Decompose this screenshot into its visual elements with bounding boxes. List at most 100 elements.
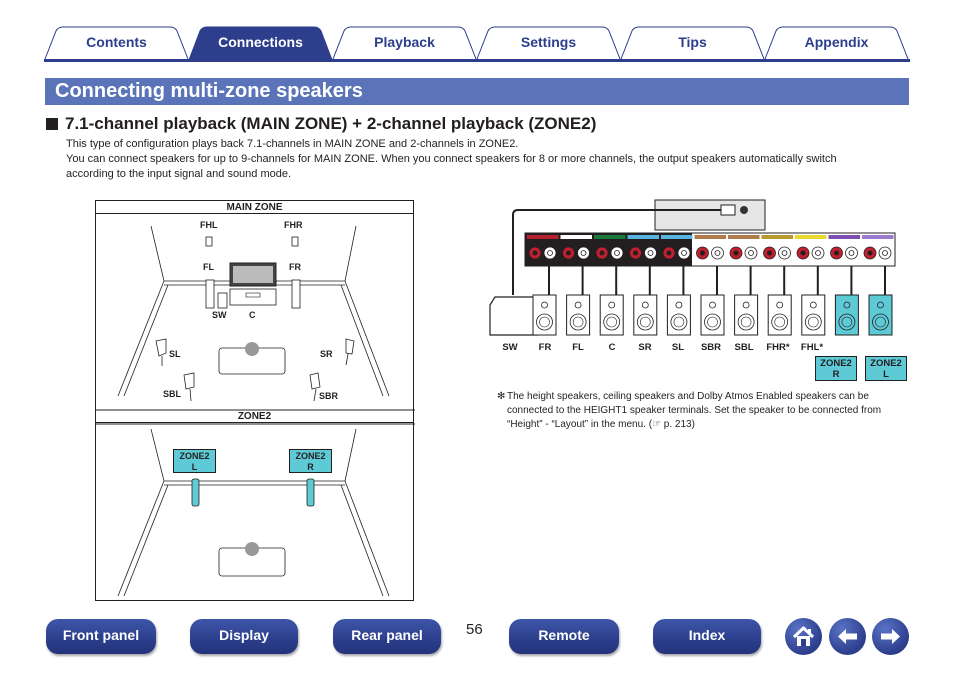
terminal-label-strip bbox=[795, 235, 827, 239]
main-zone-label: MAIN ZONE bbox=[96, 201, 413, 214]
back-arrow-icon bbox=[838, 629, 857, 644]
terminal-center bbox=[767, 250, 772, 256]
page-reference-link[interactable]: (☞ p. 213) bbox=[649, 419, 695, 430]
rca-plug bbox=[720, 204, 736, 216]
tab-connections[interactable]: Connections bbox=[188, 26, 333, 60]
terminal-center bbox=[580, 250, 587, 256]
tab-label: Playback bbox=[374, 34, 435, 50]
tab-label: Appendix bbox=[804, 34, 869, 50]
label-sr: SR bbox=[320, 349, 333, 359]
label-sbr: SBR bbox=[319, 391, 339, 401]
terminal-label-strip bbox=[694, 235, 726, 239]
fr-speaker bbox=[291, 279, 301, 309]
terminal-center bbox=[748, 250, 754, 256]
terminal-center bbox=[714, 250, 721, 256]
terminal-center bbox=[599, 250, 605, 256]
terminal-center bbox=[867, 250, 873, 256]
badge-line: ZONE2 bbox=[870, 358, 902, 369]
footnote: ✻ The height speakers, ceiling speakers … bbox=[497, 390, 907, 432]
conn-label-fhl: FHL* bbox=[800, 342, 824, 353]
main-speaker bbox=[801, 294, 826, 336]
preout-panel bbox=[654, 199, 766, 231]
sw-preout-jack bbox=[740, 206, 748, 214]
front-panel-button[interactable]: Front panel bbox=[46, 619, 156, 654]
zone2-r-speaker bbox=[306, 478, 315, 507]
terminal-center bbox=[547, 250, 553, 256]
main-speaker bbox=[599, 294, 624, 336]
zone2-speaker bbox=[868, 294, 893, 336]
terminal-center bbox=[882, 250, 888, 256]
subheading-text: 7.1-channel playback (MAIN ZONE) + 2-cha… bbox=[65, 114, 597, 133]
terminal-label-strip bbox=[761, 235, 793, 239]
terminal-center bbox=[666, 250, 672, 256]
fl-speaker bbox=[205, 279, 215, 309]
remote-button[interactable]: Remote bbox=[509, 619, 619, 654]
terminal-label-strip bbox=[627, 235, 659, 239]
label-sw: SW bbox=[212, 310, 227, 320]
fhl-speaker bbox=[205, 236, 213, 247]
terminal-center bbox=[700, 250, 705, 256]
main-speaker bbox=[633, 294, 658, 336]
conn-label-sw: SW bbox=[502, 342, 518, 353]
tab-label: Tips bbox=[678, 34, 707, 50]
sr-speaker bbox=[345, 338, 355, 355]
sw-speaker bbox=[217, 292, 228, 309]
tab-appendix[interactable]: Appendix bbox=[764, 26, 909, 60]
home-button[interactable] bbox=[785, 618, 822, 655]
badge-line: L bbox=[191, 462, 198, 472]
badge-line: R bbox=[307, 462, 314, 472]
terminal-center bbox=[681, 250, 687, 256]
display-button[interactable]: Display bbox=[190, 619, 298, 654]
label-fhr: FHR bbox=[284, 220, 303, 230]
conn-zone2-l-badge: ZONE2 L bbox=[865, 356, 907, 381]
tab-contents[interactable]: Contents bbox=[44, 26, 189, 60]
tab-playback[interactable]: Playback bbox=[332, 26, 477, 60]
back-button[interactable] bbox=[829, 618, 866, 655]
terminal-label-strip bbox=[661, 235, 693, 239]
tab-settings[interactable]: Settings bbox=[476, 26, 621, 60]
tab-tips[interactable]: Tips bbox=[620, 26, 765, 60]
sbr-speaker bbox=[309, 372, 321, 390]
terminal-center bbox=[848, 250, 855, 256]
main-speaker bbox=[700, 294, 725, 336]
main-speaker bbox=[734, 294, 759, 336]
zone2-l-badge: ZONE2 L bbox=[173, 449, 216, 473]
terminal-center bbox=[834, 250, 839, 256]
connection-diagram bbox=[489, 199, 896, 336]
main-speaker bbox=[666, 294, 691, 336]
zone2-l-speaker bbox=[191, 478, 200, 507]
terminal-center bbox=[614, 250, 620, 256]
zone2-label: ZONE2 bbox=[96, 410, 413, 423]
tab-label: Contents bbox=[86, 34, 147, 50]
square-bullet-icon bbox=[46, 118, 58, 130]
label-fr: FR bbox=[289, 262, 301, 272]
badge-line: ZONE2 bbox=[820, 358, 852, 369]
subwoofer bbox=[489, 296, 539, 336]
tv-screen bbox=[233, 266, 273, 283]
terminal-label-strip bbox=[594, 235, 626, 239]
forward-button[interactable] bbox=[872, 618, 909, 655]
main-speaker bbox=[566, 294, 591, 336]
description: This type of configuration plays back 7.… bbox=[66, 137, 886, 182]
tab-label: Connections bbox=[218, 34, 303, 50]
conn-zone2-r-badge: ZONE2 R bbox=[815, 356, 857, 381]
terminal-label-strip bbox=[862, 235, 894, 239]
terminal-center bbox=[633, 250, 638, 256]
index-button[interactable]: Index bbox=[653, 619, 761, 654]
zone2-r-badge: ZONE2 R bbox=[289, 449, 332, 473]
room-diagram: MAIN ZONE ZONE2 FHL FHR FL FR SW C SL SR… bbox=[95, 200, 415, 601]
main-speaker bbox=[767, 294, 792, 336]
terminal-center bbox=[800, 250, 806, 256]
terminal-label-strip bbox=[728, 235, 760, 239]
room-illustration bbox=[96, 225, 415, 597]
rear-panel-button[interactable]: Rear panel bbox=[333, 619, 441, 654]
description-line: You can connect speakers for up to 9-cha… bbox=[66, 153, 837, 180]
sbl-speaker bbox=[183, 372, 195, 390]
listener bbox=[245, 342, 259, 356]
label-fl: FL bbox=[203, 262, 214, 272]
label-c: C bbox=[249, 310, 256, 320]
label-fhl: FHL bbox=[200, 220, 218, 230]
zone2-listener bbox=[245, 542, 259, 556]
terminal-center bbox=[781, 250, 788, 256]
tab-label: Settings bbox=[520, 34, 577, 50]
